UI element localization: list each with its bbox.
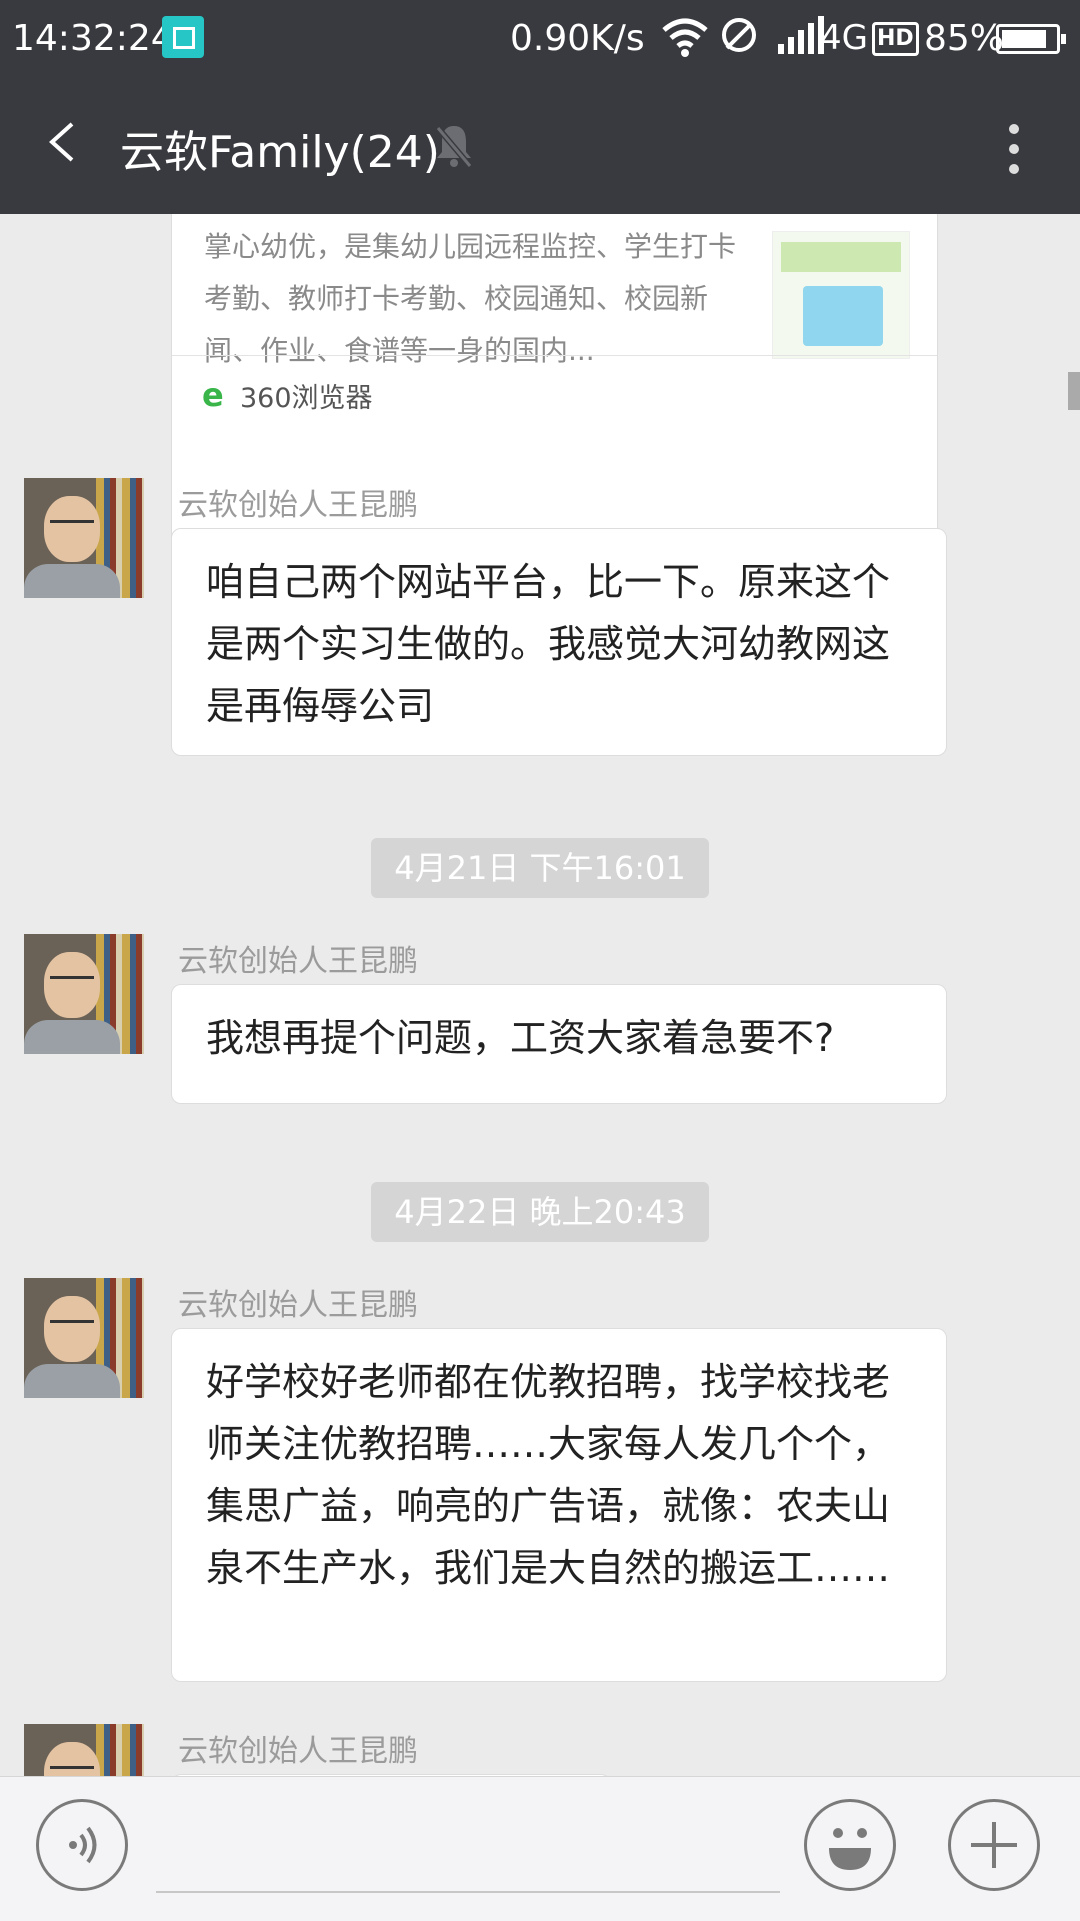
chat-title: 云软Family(24) <box>120 127 440 178</box>
link-card-description: 掌心幼优，是集幼儿园远程监控、学生打卡考勤、教师打卡考勤、校园通知、校园新闻、作… <box>204 230 737 367</box>
voice-icon[interactable] <box>36 1799 128 1891</box>
message-bubble[interactable]: 我想再提个问题，工资大家着急要不? <box>171 984 947 1104</box>
link-card-source-label: 360浏览器 <box>240 382 373 414</box>
status-time: 14:32:24 <box>12 18 174 59</box>
browser-360-icon: e <box>202 376 224 414</box>
sender-name: 云软创始人王昆鹏 <box>178 1288 418 1323</box>
message-bubble[interactable]: 好学校好老师都在优教招聘，找学校找老师关注优教招聘……大家每人发几个个，集思广益… <box>171 1328 947 1682</box>
sender-avatar[interactable] <box>24 478 144 598</box>
input-bar <box>0 1776 1080 1921</box>
sender-avatar[interactable] <box>24 934 144 1054</box>
screenshot-icon <box>162 16 204 58</box>
message-bubble[interactable]: 咱自己两个网站平台，比一下。原来这个是两个实习生做的。我感觉大河幼教网这是再侮辱… <box>171 528 947 756</box>
link-card-source: e 360浏览器 <box>202 365 373 425</box>
link-card-thumbnail <box>772 231 910 359</box>
battery-percent: 85% <box>924 18 1005 59</box>
do-not-disturb-icon <box>722 18 756 52</box>
chat-message-list[interactable]: 掌心幼优，是集幼儿园远程监控、学生打卡考勤、教师打卡考勤、校园通知、校园新闻、作… <box>0 214 1080 1776</box>
plus-icon[interactable] <box>948 1799 1040 1891</box>
battery-fill <box>1002 30 1047 48</box>
mute-bell-icon <box>435 126 473 168</box>
message-input[interactable] <box>156 1797 780 1893</box>
link-card-divider <box>172 355 937 356</box>
network-type: 4G <box>820 18 868 58</box>
battery-icon <box>996 24 1066 54</box>
sender-name: 云软创始人王昆鹏 <box>178 1734 418 1769</box>
sender-name: 云软创始人王昆鹏 <box>178 944 418 979</box>
message-timestamp: 4月21日 下午16:01 <box>371 838 709 898</box>
sender-name: 云软创始人王昆鹏 <box>178 488 418 523</box>
chat-header: 云软Family(24) <box>0 78 1080 214</box>
wifi-icon <box>662 18 708 57</box>
sender-avatar[interactable] <box>24 1724 144 1776</box>
signal-icon <box>778 16 824 54</box>
more-vertical-icon[interactable] <box>1000 118 1028 178</box>
scrollbar-thumb[interactable] <box>1068 372 1080 410</box>
hd-badge: HD <box>872 22 919 56</box>
status-bar: 14:32:24 0.90K/s 4G HD 85% <box>0 0 1080 78</box>
emoji-icon[interactable] <box>804 1799 896 1891</box>
back-arrow-icon[interactable] <box>42 122 82 162</box>
network-speed: 0.90K/s <box>510 18 645 59</box>
sender-avatar[interactable] <box>24 1278 144 1398</box>
message-timestamp: 4月22日 晚上20:43 <box>371 1182 709 1242</box>
